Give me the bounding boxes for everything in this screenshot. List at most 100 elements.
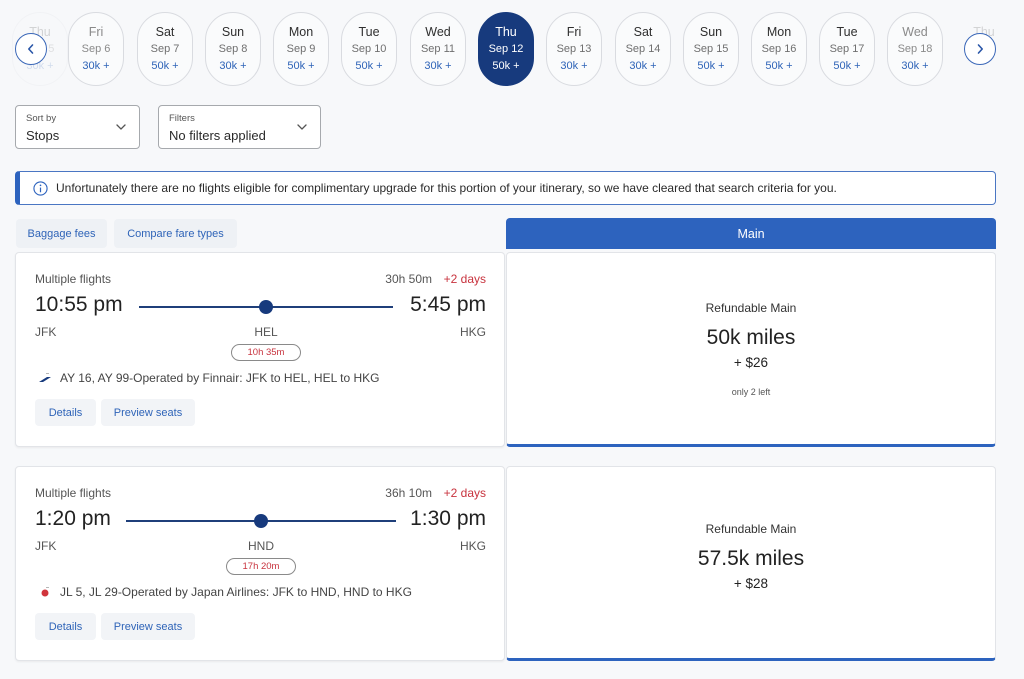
date-option[interactable]: Tue Sep 17 50k + — [819, 12, 875, 86]
seats-left: only 2 left — [731, 387, 771, 397]
date-option[interactable]: Sat Sep 14 30k + — [615, 12, 671, 86]
date-day-of-week: Thu — [495, 25, 517, 39]
date-day-of-week: Sun — [221, 25, 245, 39]
sort-by-value: Stops — [26, 128, 60, 143]
sort-by-select[interactable]: Sort by Stops — [15, 105, 140, 149]
total-duration: 30h 50m — [385, 272, 432, 286]
chevron-right-icon — [977, 44, 983, 54]
date-price: 50k + — [765, 60, 793, 72]
alert-message: Unfortunately there are no flights eligi… — [56, 181, 837, 195]
date-label: Sep 14 — [625, 43, 661, 55]
fare-option-refundable-main[interactable]: Refundable Main 50k miles + $26 only 2 l… — [506, 252, 996, 447]
origin-airport: JFK — [35, 325, 57, 339]
baggage-fees-button[interactable]: Baggage fees — [16, 219, 107, 248]
layover-duration: 10h 35m — [231, 344, 301, 361]
departure-time: 1:20 pm — [35, 507, 111, 530]
flight-type: Multiple flights — [35, 486, 112, 500]
filters-select[interactable]: Filters No filters applied — [158, 105, 321, 149]
date-day-of-week: Sun — [699, 25, 723, 39]
date-price: 30k + — [219, 60, 247, 72]
stop-airport: HEL — [254, 325, 278, 339]
compare-fare-types-button[interactable]: Compare fare types — [114, 219, 237, 248]
date-option[interactable]: Mon Sep 16 50k + — [751, 12, 807, 86]
date-day-of-week: Mon — [288, 25, 314, 39]
destination-airport: HKG — [459, 325, 486, 339]
stop-dot — [259, 300, 273, 314]
date-option[interactable]: Fri Sep 13 30k + — [546, 12, 602, 86]
date-day-of-week: Wed — [902, 25, 928, 39]
fare-option-refundable-main[interactable]: Refundable Main 57.5k miles + $28 — [506, 466, 996, 661]
date-price: 50k + — [355, 60, 383, 72]
date-label: Sep 7 — [150, 43, 180, 55]
destination-airport: HKG — [459, 539, 486, 553]
date-day-of-week: Mon — [766, 25, 792, 39]
origin-airport: JFK — [35, 539, 57, 553]
date-strip: Thu Sep 5 30k + Fri Sep 6 30k + Sat Sep … — [0, 10, 1024, 88]
date-day-of-week: Sat — [155, 25, 175, 39]
total-duration: 36h 10m — [385, 486, 432, 500]
date-option[interactable]: Sat Sep 7 50k + — [137, 12, 193, 86]
date-day-of-week: Sat — [633, 25, 653, 39]
date-price: 50k + — [833, 60, 861, 72]
date-label: Sep 9 — [286, 43, 316, 55]
date-option[interactable]: Tue Sep 10 50k + — [341, 12, 397, 86]
date-label: Sep 6 — [81, 43, 111, 55]
operated-by: AY 16, AY 99-Operated by Finnair: JFK to… — [60, 371, 380, 385]
stop-airport: HND — [248, 539, 274, 553]
date-label: Sep 16 — [761, 43, 797, 55]
filters-value: No filters applied — [169, 128, 266, 143]
date-price: 30k + — [82, 60, 110, 72]
operated-by: JL 5, JL 29-Operated by Japan Airlines: … — [60, 585, 412, 599]
chevron-left-icon — [28, 44, 34, 54]
info-icon — [33, 180, 48, 196]
date-option[interactable]: Mon Sep 9 50k + — [273, 12, 329, 86]
filters-label: Filters — [169, 113, 195, 124]
fare-fee: + $28 — [733, 576, 769, 591]
plus-days-badge: +2 days — [443, 486, 486, 500]
details-button[interactable]: Details — [35, 399, 96, 426]
preview-seats-button[interactable]: Preview seats — [101, 399, 195, 426]
fare-name: Refundable Main — [705, 301, 797, 315]
flight-type: Multiple flights — [35, 272, 112, 286]
date-price: 50k + — [151, 60, 179, 72]
date-day-of-week: Tue — [836, 25, 858, 39]
date-day-of-week: Tue — [358, 25, 380, 39]
flight-result: Multiple flights 36h 10m +2 days 1:20 pm… — [15, 466, 505, 661]
layover-duration: 17h 20m — [226, 558, 296, 575]
date-label: Sep 11 — [420, 43, 456, 55]
date-option[interactable]: Sun Sep 15 50k + — [683, 12, 739, 86]
date-label: Sep 18 — [897, 43, 933, 55]
previous-dates-button[interactable] — [15, 33, 47, 65]
date-price: 30k + — [901, 60, 929, 72]
next-dates-button[interactable] — [964, 33, 996, 65]
fare-column-header-main: Main — [506, 218, 996, 249]
finnair-logo-icon — [39, 373, 51, 382]
fare-fee: + $26 — [733, 355, 769, 370]
date-option[interactable]: Wed Sep 18 30k + — [887, 12, 943, 86]
fare-miles: 57.5k miles — [697, 547, 805, 570]
departure-time: 10:55 pm — [35, 293, 123, 316]
details-button[interactable]: Details — [35, 613, 96, 640]
date-option[interactable]: Wed Sep 11 30k + — [410, 12, 466, 86]
plus-days-badge: +2 days — [443, 272, 486, 286]
date-option[interactable]: Sun Sep 8 30k + — [205, 12, 261, 86]
date-label: Sep 13 — [556, 43, 592, 55]
arrival-time: 1:30 pm — [410, 507, 486, 530]
date-price: 50k + — [697, 60, 725, 72]
stop-dot — [254, 514, 268, 528]
date-option[interactable]: Fri Sep 6 30k + — [68, 12, 124, 86]
chevron-down-icon — [116, 124, 126, 130]
date-price: 30k + — [629, 60, 657, 72]
fare-name: Refundable Main — [705, 522, 797, 536]
arrival-time: 5:45 pm — [410, 293, 486, 316]
date-price: 50k + — [492, 60, 520, 72]
date-label: Sep 17 — [829, 43, 865, 55]
date-label: Sep 12 — [488, 43, 524, 55]
date-price: 30k + — [560, 60, 588, 72]
date-option-selected[interactable]: Thu Sep 12 50k + — [478, 12, 534, 86]
date-price: 50k + — [287, 60, 315, 72]
sort-by-label: Sort by — [26, 113, 57, 124]
date-day-of-week: Fri — [566, 25, 582, 39]
date-price: 30k + — [424, 60, 452, 72]
preview-seats-button[interactable]: Preview seats — [101, 613, 195, 640]
